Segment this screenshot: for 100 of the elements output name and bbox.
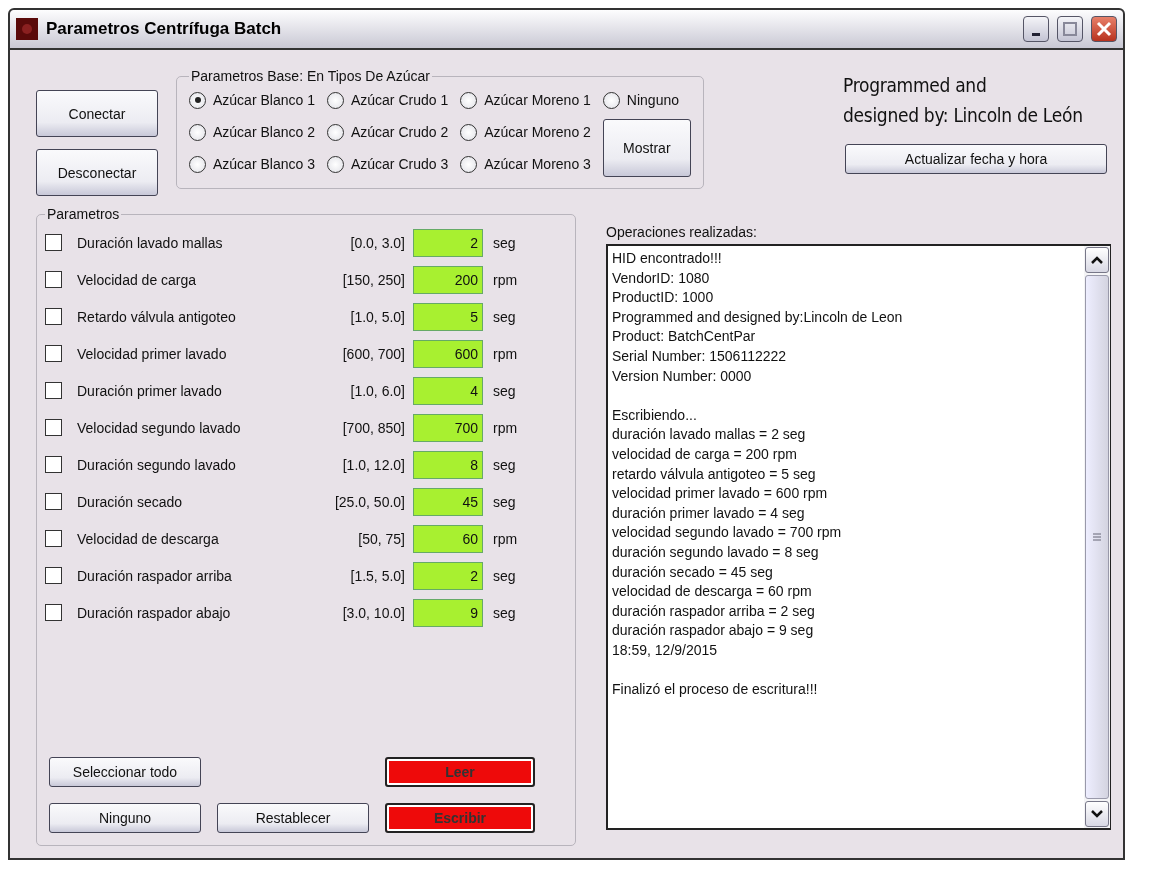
radio-option[interactable]: Azúcar Blanco 3	[189, 155, 315, 173]
parameter-label: Duración raspador abajo	[77, 604, 232, 621]
log-line: duración lavado mallas = 2 seg	[612, 425, 807, 445]
unit-text: seg	[493, 456, 517, 473]
range-text: [1.0, 12.0]	[341, 456, 405, 473]
action-button[interactable]: Seleccionar todo	[49, 757, 201, 787]
connection-button[interactable]: Desconectar	[36, 149, 158, 196]
value-field[interactable]: 5	[413, 302, 483, 331]
log-line: duración secado = 45 seg	[612, 562, 774, 582]
range-text: [50, 75]	[357, 530, 405, 547]
checkbox[interactable]	[45, 382, 62, 399]
value-field[interactable]: 600	[413, 339, 483, 368]
log-line: duración segundo lavado = 8 seg	[612, 542, 820, 562]
close-button[interactable]	[1091, 16, 1117, 42]
parameter-label: Velocidad de carga	[77, 271, 198, 288]
checkbox[interactable]	[45, 308, 62, 325]
checkbox[interactable]	[45, 271, 62, 288]
radio-option[interactable]: Ninguno	[602, 91, 691, 109]
log-line: Serial Number: 1506112222	[612, 346, 788, 366]
log-line: HID encontrado!!!	[612, 249, 723, 268]
log-line: Escribiendo...	[612, 405, 698, 425]
range-text: [25.0, 50.0]	[333, 493, 405, 510]
unit-text: seg	[493, 308, 517, 325]
checkbox[interactable]	[45, 456, 62, 473]
checkbox[interactable]	[45, 604, 62, 621]
checkbox[interactable]	[45, 345, 62, 362]
value-field[interactable]: 2	[413, 561, 483, 590]
range-text: [1.0, 6.0]	[349, 382, 405, 399]
value-field[interactable]: 8	[413, 450, 483, 479]
radio-option[interactable]: Azúcar Moreno 1	[460, 91, 591, 109]
log-line: duración primer lavado = 4 seg	[612, 503, 806, 523]
unit-text: rpm	[493, 530, 519, 547]
minimize-button[interactable]	[1023, 16, 1049, 42]
log-line: duración raspador abajo = 9 seg	[612, 621, 815, 641]
maximize-button[interactable]	[1057, 16, 1083, 42]
checkbox[interactable]	[45, 567, 62, 584]
value-field[interactable]: 4	[413, 376, 483, 405]
value-field[interactable]: 700	[413, 413, 483, 442]
close-icon	[1096, 21, 1112, 37]
unit-text: seg	[493, 567, 517, 584]
unit-text: seg	[493, 604, 517, 621]
value-field[interactable]: 2	[413, 228, 483, 257]
group-title: Parametros Base: En Tipos De Azúcar	[190, 68, 431, 84]
radio-option[interactable]: Azúcar Crudo 2	[326, 123, 449, 141]
action-button[interactable]: Ninguno	[49, 803, 201, 833]
checkbox[interactable]	[45, 493, 62, 510]
log-line: Programmed and designed by:Lincoln de Leon	[612, 307, 904, 327]
radio-option[interactable]: Azúcar Crudo 3	[326, 155, 449, 173]
scroll-up-icon[interactable]	[1090, 255, 1104, 265]
unit-text: seg	[493, 234, 517, 251]
app-icon	[16, 18, 38, 40]
radio-option[interactable]: Azúcar Moreno 3	[460, 155, 591, 173]
scroll-thumb[interactable]	[1085, 275, 1109, 799]
value-field[interactable]: 9	[413, 598, 483, 627]
parameter-label: Duración raspador arriba	[77, 567, 233, 584]
log-line: velocidad segundo lavado = 700 rpm	[612, 523, 843, 543]
checkbox[interactable]	[45, 419, 62, 436]
unit-text: rpm	[493, 271, 519, 288]
range-text: [150, 250]	[341, 271, 405, 288]
log-line: velocidad de carga = 200 rpm	[612, 444, 798, 464]
log-line: ProductID: 1000	[612, 288, 715, 308]
unit-text: seg	[493, 382, 517, 399]
value-field[interactable]: 60	[413, 524, 483, 553]
log-line: Finalizó el proceso de escritura!!!	[612, 680, 819, 700]
checkbox[interactable]	[45, 530, 62, 547]
parameter-label: Duración lavado mallas	[77, 234, 224, 251]
radio-option[interactable]: Azúcar Blanco 1	[189, 91, 315, 109]
range-text: [700, 850]	[341, 419, 405, 436]
parameter-label: Duración secado	[77, 493, 184, 510]
value-field[interactable]: 200	[413, 265, 483, 294]
log-text-area[interactable]	[606, 244, 1111, 830]
radio-option[interactable]: Azúcar Moreno 2	[460, 123, 591, 141]
show-button[interactable]: Mostrar	[602, 119, 691, 177]
action-button[interactable]: Restablecer	[217, 803, 369, 833]
parameter-label: Retardo válvula antigoteo	[77, 308, 237, 325]
value-field[interactable]: 45	[413, 487, 483, 516]
scroll-down-icon[interactable]	[1090, 809, 1104, 819]
log-line: 18:59, 12/9/2015	[612, 640, 719, 660]
connection-button[interactable]: Conectar	[36, 90, 158, 137]
log-line: velocidad de descarga = 60 rpm	[612, 582, 813, 602]
window-title: Parametros Centrífuga Batch	[46, 19, 283, 39]
unit-text: rpm	[493, 419, 519, 436]
parameter-label: Duración segundo lavado	[77, 456, 237, 473]
parameter-label: Velocidad de descarga	[77, 530, 220, 547]
radio-option[interactable]: Azúcar Blanco 2	[189, 123, 315, 141]
log-line: VendorID: 1080	[612, 268, 711, 288]
unit-text: rpm	[493, 345, 519, 362]
credits-text: designed by: Lincoln de León	[843, 103, 1084, 128]
update-datetime-button[interactable]: Actualizar fecha y hora	[845, 144, 1107, 174]
group-title: Parametros	[46, 206, 121, 222]
checkbox[interactable]	[45, 234, 62, 251]
log-line: retardo válvula antigoteo = 5 seg	[612, 464, 817, 484]
minimize-icon	[1032, 32, 1040, 36]
range-text: [1.5, 5.0]	[349, 567, 405, 584]
scrollbar[interactable]	[1084, 246, 1110, 828]
parameter-label: Duración primer lavado	[77, 382, 223, 399]
radio-option[interactable]: Azúcar Crudo 1	[326, 91, 449, 109]
unit-text: seg	[493, 493, 517, 510]
log-line: duración raspador arriba = 2 seg	[612, 601, 816, 621]
range-text: [0.0, 3.0]	[349, 234, 405, 251]
